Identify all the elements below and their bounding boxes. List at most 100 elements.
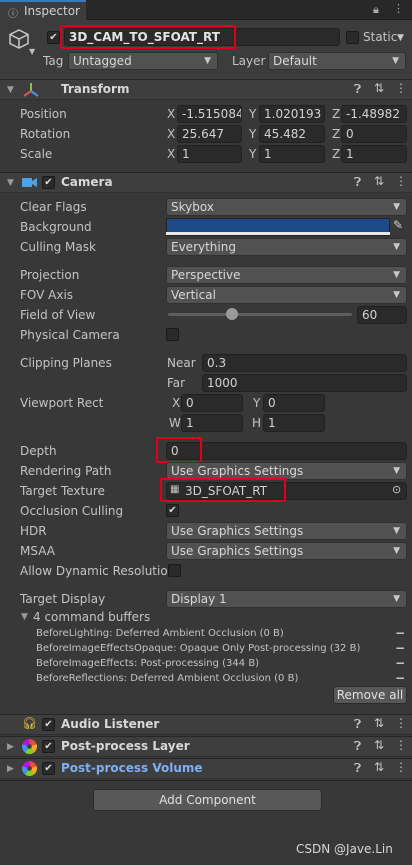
chevron-down-icon: ▼ — [204, 56, 211, 66]
hdr-dropdown[interactable]: Use Graphics Settings ▼ — [166, 522, 407, 540]
fold-arrow-icon[interactable]: ▼ — [7, 85, 14, 95]
static-checkbox[interactable] — [346, 31, 359, 44]
vp-y-label: Y — [253, 396, 261, 410]
fov-slider-handle[interactable] — [226, 308, 238, 320]
background-alpha-bar — [166, 232, 390, 235]
preset-icon[interactable]: ⇅ — [374, 738, 384, 752]
target-texture-label: Target Texture — [20, 484, 105, 498]
near-input[interactable]: 0.3 — [202, 354, 407, 372]
fold-arrow-icon[interactable]: ▼ — [7, 178, 14, 188]
remove-buffer-icon[interactable]: − — [395, 641, 405, 655]
viewport-x-input[interactable]: 0 — [181, 394, 243, 412]
chevron-down-icon: ▼ — [393, 270, 400, 280]
command-buffer-item: BeforeLighting: Deferred Ambient Occlusi… — [36, 628, 284, 639]
position-z-input[interactable]: -1.48982 — [341, 105, 407, 123]
menu-dots-icon[interactable]: ⋮ — [395, 738, 407, 752]
audio-listener-title: Audio Listener — [61, 717, 160, 731]
remove-buffer-icon[interactable]: − — [395, 626, 405, 640]
active-checkbox[interactable]: ✔ — [47, 31, 60, 44]
msaa-dropdown[interactable]: Use Graphics Settings ▼ — [166, 542, 407, 560]
fov-axis-dropdown[interactable]: Vertical ▼ — [166, 286, 407, 304]
menu-dots-icon[interactable]: ⋮ — [395, 760, 407, 774]
clear-flags-dropdown[interactable]: Skybox ▼ — [166, 198, 407, 216]
remove-buffer-icon[interactable]: − — [395, 671, 405, 685]
fov-input[interactable]: 60 — [357, 306, 407, 324]
tag-dropdown[interactable]: Untagged ▼ — [68, 52, 218, 70]
tab-inspector-label: Inspector — [24, 4, 80, 18]
target-display-label: Target Display — [20, 592, 106, 606]
help-icon[interactable]: ❓︎ — [354, 739, 361, 754]
chevron-down-icon: ▼ — [392, 56, 399, 66]
eyedropper-icon[interactable]: ✎ — [393, 218, 403, 232]
highlight-depth — [156, 437, 202, 463]
far-input[interactable]: 1000 — [202, 374, 407, 392]
menu-dots-icon[interactable]: ⋮ — [395, 81, 407, 95]
depth-input[interactable]: 0 — [166, 442, 407, 460]
chevron-down-icon: ▼ — [393, 594, 400, 604]
fov-label: Field of View — [20, 308, 96, 322]
chevron-down-icon: ▼ — [393, 526, 400, 536]
help-icon[interactable]: ❓︎ — [354, 761, 361, 776]
object-picker-icon[interactable]: ⊙ — [392, 483, 401, 496]
far-label: Far — [167, 376, 186, 390]
remove-buffer-icon[interactable]: − — [395, 656, 405, 670]
fold-arrow-icon[interactable]: ▼ — [21, 612, 28, 622]
postprocess-icon — [22, 761, 37, 776]
tag-label: Tag — [43, 54, 64, 68]
rotation-z-input[interactable]: 0 — [341, 125, 407, 143]
static-label: Static — [363, 30, 398, 44]
pp-layer-checkbox[interactable]: ✔ — [42, 740, 55, 753]
help-icon[interactable]: ❓︎ — [354, 82, 361, 97]
icon-dropdown-arrow[interactable]: ▼ — [29, 47, 35, 56]
remove-all-button[interactable]: Remove all — [333, 686, 407, 704]
viewport-h-input[interactable]: 1 — [263, 414, 325, 432]
culling-mask-dropdown[interactable]: Everything ▼ — [166, 238, 407, 256]
menu-dots-icon[interactable]: ⋮ — [393, 2, 404, 15]
chevron-down-icon: ▼ — [393, 290, 400, 300]
preset-icon[interactable]: ⇅ — [374, 760, 384, 774]
projection-dropdown[interactable]: Perspective ▼ — [166, 266, 407, 284]
menu-dots-icon[interactable]: ⋮ — [395, 716, 407, 730]
headphones-icon: 🎧︎ — [22, 716, 38, 730]
position-x-input[interactable]: -1.515084 — [177, 105, 242, 123]
scale-z-input[interactable]: 1 — [341, 145, 407, 163]
lock-icon[interactable]: 🔒︎ — [373, 3, 379, 17]
menu-dots-icon[interactable]: ⋮ — [395, 174, 407, 188]
viewport-w-input[interactable]: 1 — [181, 414, 243, 432]
fold-arrow-right-icon[interactable]: ▶ — [7, 764, 14, 774]
rotation-y-input[interactable]: 45.482 — [259, 125, 325, 143]
axis-x-label: X — [167, 127, 176, 141]
fov-slider-track[interactable] — [168, 313, 352, 316]
pp-layer-title: Post-process Layer — [61, 739, 190, 753]
scale-x-input[interactable]: 1 — [177, 145, 242, 163]
rotation-x-input[interactable]: 25.647 — [177, 125, 242, 143]
chevron-down-icon: ▼ — [393, 546, 400, 556]
pp-volume-title: Post-process Volume — [61, 761, 203, 775]
tab-inspector[interactable]: ⓘ Inspector — [0, 0, 86, 20]
preset-icon[interactable]: ⇅ — [374, 174, 384, 188]
layer-dropdown[interactable]: Default ▼ — [268, 52, 406, 70]
camera-enabled-checkbox[interactable]: ✔ — [42, 176, 55, 189]
fold-arrow-right-icon[interactable]: ▶ — [7, 742, 14, 752]
dynamic-resolution-checkbox[interactable] — [168, 564, 181, 577]
static-dropdown-arrow[interactable]: ▼ — [397, 33, 404, 43]
divider — [0, 780, 412, 781]
vp-w-label: W — [169, 416, 181, 430]
target-display-dropdown[interactable]: Display 1 ▼ — [166, 590, 407, 608]
preset-icon[interactable]: ⇅ — [374, 81, 384, 95]
audio-listener-checkbox[interactable]: ✔ — [42, 718, 55, 731]
preset-icon[interactable]: ⇅ — [374, 716, 384, 730]
add-component-button[interactable]: Add Component — [93, 789, 322, 811]
position-y-input[interactable]: 1.020193 — [259, 105, 325, 123]
occlusion-culling-label: Occlusion Culling — [20, 504, 124, 518]
viewport-y-input[interactable]: 0 — [263, 394, 325, 412]
scale-y-input[interactable]: 1 — [259, 145, 325, 163]
help-icon[interactable]: ❓︎ — [354, 175, 361, 190]
info-icon: ⓘ — [8, 9, 18, 20]
help-icon[interactable]: ❓︎ — [354, 717, 361, 732]
physical-camera-checkbox[interactable] — [166, 328, 179, 341]
pp-volume-checkbox[interactable]: ✔ — [42, 762, 55, 775]
axis-z-label: Z — [332, 127, 341, 141]
position-label: Position — [20, 107, 67, 121]
occlusion-culling-checkbox[interactable]: ✔ — [166, 504, 179, 517]
